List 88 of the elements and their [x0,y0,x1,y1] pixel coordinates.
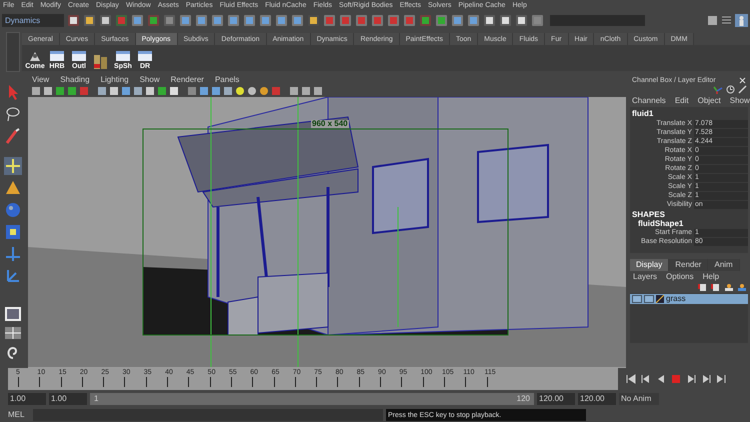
toolbar-icon[interactable] [259,14,272,27]
menu-item[interactable]: Show [730,97,750,105]
frame-field[interactable]: 1.00 [49,393,87,405]
resolution-label: 960 x 540 [311,120,349,128]
toolbar-icon[interactable] [451,14,464,27]
toolbar-icon[interactable] [99,14,112,27]
menu-item[interactable]: Shading [60,76,90,84]
window-icon [137,50,153,62]
toolbar-icon[interactable] [195,14,208,27]
move-icon[interactable] [4,157,22,175]
toolbar-icon[interactable] [243,14,256,27]
axes-icon[interactable] [713,85,723,94]
mode-dropdown[interactable]: Dynamics [2,14,64,27]
menu-item[interactable]: View [32,76,50,84]
toolbar-icon[interactable] [467,14,480,27]
toolbar-icon[interactable] [67,14,80,27]
layout-single-icon[interactable] [4,306,22,322]
toolbar-icon[interactable] [483,14,496,27]
toolbar-icon[interactable] [435,14,448,27]
frame-field[interactable]: 1.00 [8,393,46,405]
toolbar-icon[interactable] [419,14,432,27]
toolbar-icon[interactable] [307,14,320,27]
toolbar-icon[interactable] [179,14,192,27]
next-key-icon[interactable] [701,374,711,384]
toolbar-icon[interactable] [147,14,160,27]
object-name: fluid1 [631,110,654,119]
go-to-start-icon[interactable] [626,374,636,384]
toolbar-icon[interactable] [131,14,144,27]
range-slider[interactable]: 1 120 [90,393,534,405]
playback-toggle-icon[interactable] [644,295,654,303]
menu-item[interactable]: Channels [632,97,666,105]
lasso-icon[interactable] [4,105,22,123]
pen-icon[interactable] [738,85,747,94]
panel-toggle-icon[interactable] [707,15,718,26]
section-heading: SHAPES [631,209,666,219]
layout-four-icon[interactable] [4,326,22,340]
menu-item[interactable]: Renderer [170,76,204,84]
step-back-icon[interactable] [641,374,651,384]
go-to-end-icon[interactable] [716,374,726,384]
visibility-toggle-icon[interactable] [632,295,642,303]
toolbar-icon[interactable] [499,14,512,27]
menu-item[interactable]: Help [702,273,720,281]
toolbar-icon[interactable] [291,14,304,27]
layer-tab[interactable]: Anim [708,259,740,271]
sphere-icon[interactable] [4,201,22,219]
layer-name: grass [666,295,686,303]
layer-tab[interactable]: Render [669,259,708,271]
range-start-label: 1 [94,395,98,403]
window-icon [49,50,65,62]
play-backward-icon[interactable] [656,374,666,384]
menu-item[interactable]: Object [698,97,721,105]
menu-item[interactable]: Panels [214,76,240,84]
brush-icon[interactable] [4,127,22,145]
cylinders-icon [93,54,109,70]
layer-tab[interactable]: Display [630,259,670,271]
frame-field[interactable]: 120.00 [537,393,575,405]
step-forward-icon[interactable] [686,374,696,384]
clock-icon[interactable] [726,85,735,94]
frame-field[interactable]: 120.00 [578,393,616,405]
close-icon[interactable] [739,76,746,84]
name-field[interactable] [550,15,645,26]
menu-item[interactable]: Lighting [100,76,129,84]
shape-name: fluidShape1 [637,219,684,228]
layer-row[interactable]: grass [630,294,748,304]
range-end-label: 120 [516,395,530,403]
menu-item[interactable]: Options [666,273,694,281]
language-label[interactable]: MEL [8,411,30,419]
layer-people-icon[interactable] [724,283,733,292]
color-swatch-icon[interactable] [656,295,664,303]
menu-item[interactable]: Layers [633,273,658,281]
toolbar-icon[interactable] [211,14,224,27]
toolbar-icon[interactable] [227,14,240,27]
window-icon [115,50,131,62]
layer-people-icon[interactable] [737,283,746,292]
anim-layer-dropdown[interactable]: No Anim [619,393,659,405]
panel-toggle-icon[interactable] [721,15,732,26]
new-layer-icon[interactable] [711,283,720,292]
new-layer-icon[interactable] [698,283,707,292]
toolbar-icon[interactable] [275,14,288,27]
menu-item[interactable]: Show [140,76,160,84]
toolbar-icon[interactable] [83,14,96,27]
script-icon [27,50,43,62]
menu-item[interactable]: Edit [674,97,689,105]
window-icon [71,50,87,62]
figure-icon[interactable] [735,14,748,27]
toolbar-icon[interactable] [515,14,528,27]
shelf-handle[interactable] [6,32,20,72]
axes-icon[interactable] [4,267,22,285]
